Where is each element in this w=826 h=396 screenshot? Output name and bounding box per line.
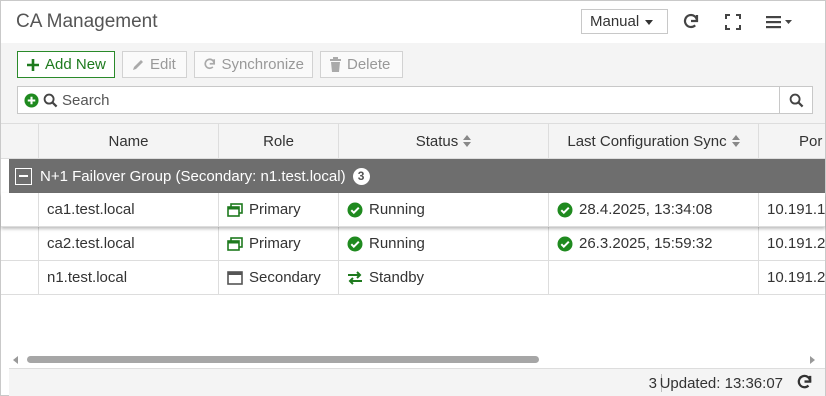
- column-header-last-sync[interactable]: Last Configuration Sync: [549, 124, 759, 158]
- port-cell: 10.191.1: [759, 193, 825, 226]
- pencil-icon: [133, 59, 143, 70]
- name-cell: n1.test.local: [39, 261, 219, 294]
- row-port: 10.191.2: [767, 269, 825, 286]
- caret-down-icon: [645, 20, 654, 25]
- search-button[interactable]: [779, 87, 812, 113]
- page-title: CA Management: [16, 11, 158, 32]
- row-count: 3: [648, 375, 657, 392]
- search-icon: [43, 93, 58, 108]
- collapse-icon[interactable]: [15, 167, 32, 185]
- port-cell: 10.191.2: [759, 261, 825, 294]
- row-port: 10.191.2: [767, 235, 825, 252]
- refresh-icon[interactable]: [680, 11, 702, 33]
- plus-icon: [27, 58, 39, 71]
- add-new-label: Add New: [45, 56, 106, 73]
- toolbar: Add New Edit Synchronize Delete Search: [1, 43, 825, 123]
- synchronize-label: Synchronize: [221, 56, 304, 73]
- row-status: Standby: [369, 269, 425, 286]
- synchronize-button[interactable]: Synchronize: [194, 51, 313, 78]
- column-port-label: Por: [799, 132, 823, 150]
- row-select-cell[interactable]: [1, 193, 39, 226]
- scroll-left-icon[interactable]: [13, 356, 18, 364]
- scroll-right-icon[interactable]: [810, 356, 815, 364]
- menu-icon[interactable]: [763, 11, 795, 33]
- column-role-label: Role: [263, 132, 294, 150]
- horizontal-scrollbar[interactable]: [9, 351, 821, 368]
- row-role: Secondary: [249, 269, 321, 286]
- group-count-badge: 3: [352, 167, 370, 185]
- windows-stack-icon: [227, 202, 243, 217]
- column-header-role[interactable]: Role: [219, 124, 339, 158]
- trash-icon: [330, 57, 341, 72]
- column-header-status[interactable]: Status: [339, 124, 549, 158]
- check-circle-icon: [557, 236, 573, 251]
- group-label: N+1 Failover Group (Secondary: n1.test.l…: [40, 167, 346, 185]
- row-last-sync: 28.4.2025, 13:34:08: [579, 201, 713, 218]
- check-circle-icon: [557, 202, 573, 217]
- delete-label: Delete: [347, 56, 391, 73]
- window-icon: [227, 270, 243, 285]
- edit-button[interactable]: Edit: [122, 51, 187, 78]
- sort-icon: [731, 135, 740, 147]
- group-row[interactable]: N+1 Failover Group (Secondary: n1.test.l…: [9, 159, 825, 193]
- mode-dropdown-value: Manual: [590, 13, 640, 30]
- column-header-name[interactable]: Name: [39, 124, 219, 158]
- windows-stack-icon: [227, 236, 243, 251]
- sort-icon: [463, 135, 472, 147]
- last-sync-cell: [549, 261, 759, 294]
- table-footer: 3 Updated: 13:36:07: [9, 368, 825, 396]
- edit-label: Edit: [150, 56, 176, 73]
- row-select-cell[interactable]: [1, 227, 39, 260]
- status-cell: Running: [339, 227, 549, 260]
- name-cell: ca1.test.local: [39, 193, 219, 226]
- status-cell: Standby: [339, 261, 549, 294]
- add-filter-icon[interactable]: [24, 93, 39, 108]
- row-last-sync: 26.3.2025, 15:59:32: [579, 235, 713, 252]
- header-select-column: [1, 124, 39, 158]
- swap-arrows-icon: [348, 270, 362, 285]
- role-cell: Primary: [219, 227, 339, 260]
- check-circle-icon: [347, 236, 363, 251]
- column-last-sync-label: Last Configuration Sync: [567, 132, 727, 150]
- search-bar[interactable]: Search: [17, 86, 813, 114]
- column-name-label: Name: [108, 132, 149, 150]
- refresh-icon[interactable]: [796, 374, 813, 395]
- row-select-cell[interactable]: [1, 261, 39, 294]
- delete-button[interactable]: Delete: [320, 51, 403, 78]
- table-row[interactable]: n1.test.local Secondary Standby 10.191.2: [1, 261, 825, 295]
- table-row[interactable]: ca2.test.local Primary Running 26.3.2025…: [1, 227, 825, 261]
- name-cell: ca2.test.local: [39, 227, 219, 260]
- row-name: ca2.test.local: [47, 235, 135, 252]
- column-header-port[interactable]: Por: [759, 124, 825, 158]
- check-circle-icon: [347, 202, 363, 217]
- sync-icon: [204, 58, 216, 70]
- column-status-label: Status: [415, 132, 459, 150]
- row-status: Running: [369, 201, 425, 218]
- panel-header: CA Management Manual: [1, 1, 825, 43]
- scrollbar-thumb[interactable]: [27, 356, 539, 363]
- row-name: n1.test.local: [47, 269, 128, 286]
- row-role: Primary: [249, 235, 301, 252]
- updated-timestamp: Updated: 13:36:07: [659, 375, 783, 392]
- status-cell: Running: [339, 193, 549, 226]
- row-role: Primary: [249, 201, 301, 218]
- role-cell: Secondary: [219, 261, 339, 294]
- table-header: Name Role Status Last Configuration Sync…: [1, 123, 825, 159]
- search-icon: [789, 93, 803, 107]
- table-row[interactable]: ca1.test.local Primary Running 28.4.2025…: [1, 193, 825, 227]
- add-new-button[interactable]: Add New: [17, 51, 115, 78]
- search-input[interactable]: Search: [62, 92, 110, 109]
- ca-management-panel: CA Management Manual Add New Edit Synchr…: [0, 0, 826, 396]
- row-name: ca1.test.local: [47, 201, 135, 218]
- fullscreen-icon[interactable]: [722, 11, 744, 33]
- port-cell: 10.191.2: [759, 227, 825, 260]
- row-port: 10.191.1: [767, 201, 825, 218]
- row-status: Running: [369, 235, 425, 252]
- table-empty-area: [1, 295, 825, 351]
- last-sync-cell: 26.3.2025, 15:59:32: [549, 227, 759, 260]
- mode-dropdown[interactable]: Manual: [581, 9, 668, 34]
- role-cell: Primary: [219, 193, 339, 226]
- last-sync-cell: 28.4.2025, 13:34:08: [549, 193, 759, 226]
